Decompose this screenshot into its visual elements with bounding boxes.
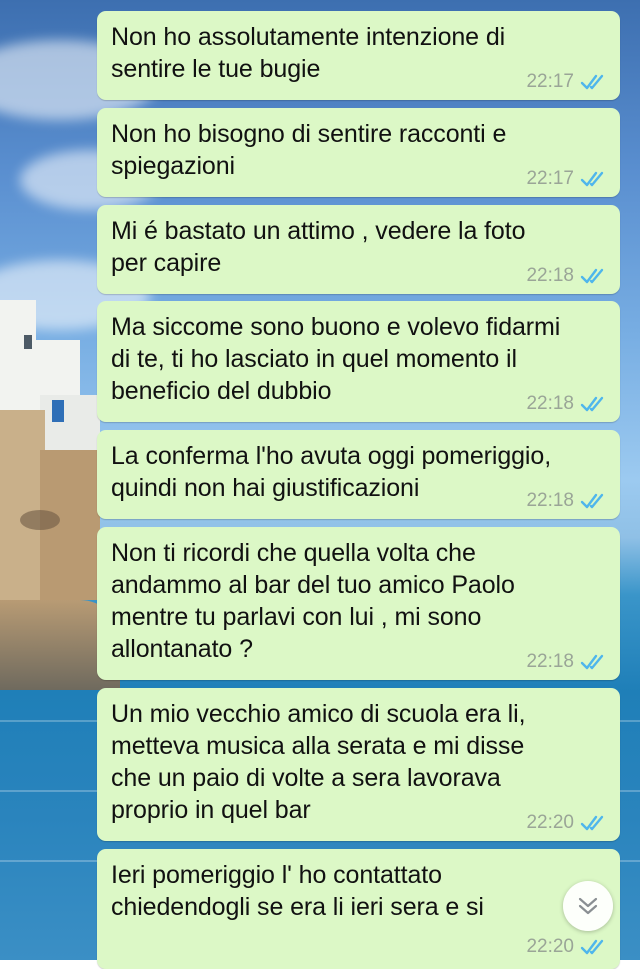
double-check-icon (580, 939, 604, 955)
message-time: 22:17 (526, 168, 574, 189)
message-bubble[interactable]: Non ho bisogno di sentire racconti e spi… (97, 108, 620, 197)
double-check-icon (580, 74, 604, 90)
message-bubble[interactable]: Non ti ricordi che quella volta che anda… (97, 527, 620, 680)
message-text: Non ti ricordi che quella volta che anda… (111, 539, 515, 663)
message-list[interactable]: Non ho assolutamente intenzione di senti… (0, 0, 640, 969)
message-bubble[interactable]: Ma siccome sono buono e volevo fidarmi d… (97, 301, 620, 422)
message-meta: 22:20 (526, 936, 608, 958)
double-check-icon (580, 654, 604, 670)
message-bubble[interactable]: Non ho assolutamente intenzione di senti… (97, 11, 620, 100)
message-time: 22:20 (526, 812, 574, 833)
message-time: 22:18 (526, 265, 574, 286)
message-time: 22:18 (526, 393, 574, 414)
message-meta: 22:18 (526, 651, 608, 673)
double-check-icon (580, 493, 604, 509)
message-bubble[interactable]: Ieri pomeriggio l' ho contattato chieden… (97, 849, 620, 969)
chevron-down-double-icon (578, 897, 598, 915)
message-bubble[interactable]: Un mio vecchio amico di scuola era li, m… (97, 688, 620, 841)
message-meta: 22:17 (526, 168, 608, 190)
double-check-icon (580, 396, 604, 412)
message-text: Un mio vecchio amico di scuola era li, m… (111, 700, 526, 824)
message-meta: 22:17 (526, 71, 608, 93)
message-time: 22:17 (526, 71, 574, 92)
message-bubble[interactable]: Mi é bastato un attimo , vedere la foto … (97, 205, 620, 294)
message-bubble[interactable]: La conferma l'ho avuta oggi pomeriggio, … (97, 430, 620, 519)
message-time: 22:18 (526, 490, 574, 511)
message-meta: 22:20 (526, 812, 608, 834)
message-meta: 22:18 (526, 393, 608, 415)
double-check-icon (580, 171, 604, 187)
message-time: 22:20 (526, 936, 574, 957)
double-check-icon (580, 268, 604, 284)
message-meta: 22:18 (526, 265, 608, 287)
double-check-icon (580, 815, 604, 831)
message-text: Ieri pomeriggio l' ho contattato chieden… (111, 861, 484, 921)
scroll-to-bottom-button[interactable] (563, 881, 613, 931)
message-meta: 22:18 (526, 490, 608, 512)
message-time: 22:18 (526, 651, 574, 672)
